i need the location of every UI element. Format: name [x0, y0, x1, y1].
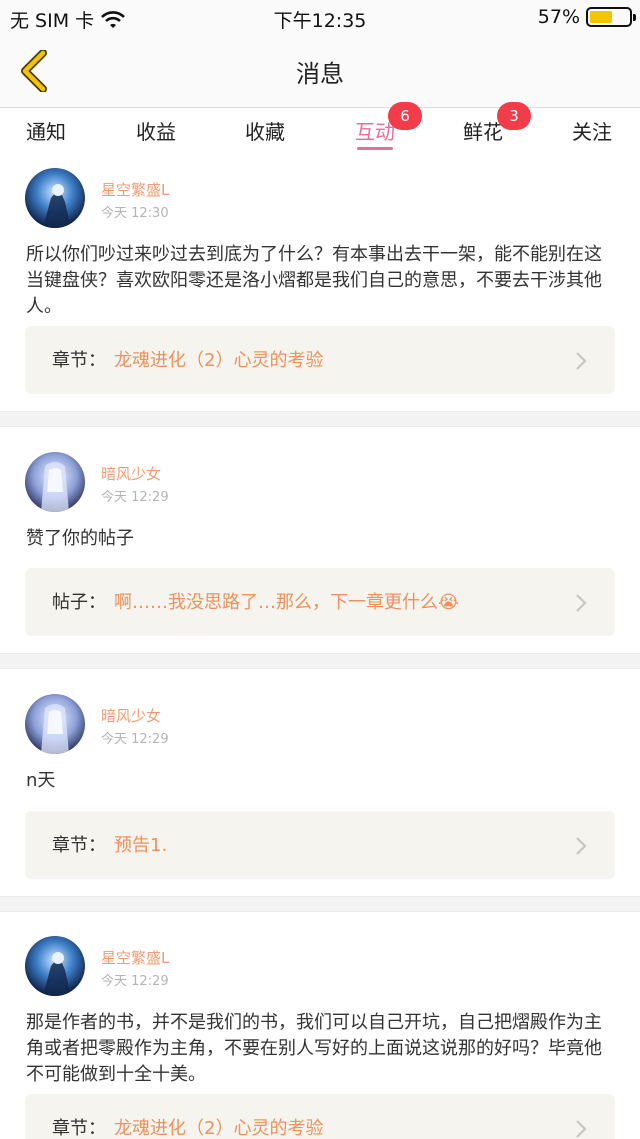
comment-text: n天 [26, 770, 56, 791]
username[interactable]: 暗风少女 [101, 705, 161, 726]
reference-title: 啊……我没思路了…那么，下一章更什么😭 [114, 592, 460, 613]
battery-icon [586, 7, 636, 27]
chevron-right-icon [576, 594, 587, 612]
tab-label: 通知 [26, 120, 66, 144]
avatar[interactable] [25, 936, 85, 996]
tab-label: 互动 [355, 120, 395, 144]
reference-label: 章节： [52, 835, 106, 856]
battery-percent: 57% [537, 6, 580, 28]
reference-title: 龙魂进化（2）心灵的考验 [114, 1118, 324, 1139]
message-feed: 星空繁盛L 今天 12:30 所以你们吵过来吵过去到底为了什么？有本事出去干一架… [0, 154, 640, 1139]
chevron-right-icon [576, 352, 587, 370]
comment-text: 赞了你的帖子 [26, 528, 134, 549]
tab-label: 关注 [572, 120, 612, 144]
status-right: 57% [537, 6, 636, 28]
reference-link[interactable]: 章节： 预告1. [25, 811, 615, 879]
tab-favorites[interactable]: 收藏 [230, 116, 300, 145]
comment-text: 所以你们吵过来吵过去到底为了什么？有本事出去干一架，能不能别在这当键盘侠？喜欢欧… [26, 244, 602, 317]
tab-flowers-badge: 3 [497, 102, 531, 130]
timestamp: 今天 12:29 [101, 732, 169, 747]
avatar[interactable] [25, 168, 85, 228]
status-bar: 无 SIM 卡 下午12:35 57% [0, 0, 640, 34]
reference-title: 龙魂进化（2）心灵的考验 [114, 350, 324, 371]
nav-bar: 消息 [0, 34, 640, 108]
tab-interactions-badge: 6 [388, 102, 422, 130]
timestamp: 今天 12:29 [101, 490, 169, 505]
card-divider [0, 411, 640, 427]
chevron-right-icon [576, 1120, 587, 1138]
battery-level [590, 11, 612, 23]
tab-bar: 通知 收益 收藏 互动 6 鲜花 3 关注 [0, 102, 640, 154]
reference-label: 章节： [52, 350, 106, 371]
card-divider [0, 653, 640, 669]
tab-notifications[interactable]: 通知 [11, 116, 81, 145]
comment-text: 那是作者的书，并不是我们的书，我们可以自己开坑，自己把熠殿作为主角或者把零殿作为… [26, 1012, 602, 1085]
active-tab-indicator [357, 147, 393, 150]
reference-link[interactable]: 章节： 龙魂进化（2）心灵的考验 [25, 1094, 615, 1139]
tab-label: 收藏 [245, 120, 285, 144]
card-divider [0, 896, 640, 912]
reference-label: 帖子： [52, 592, 106, 613]
page-title: 消息 [296, 60, 344, 88]
tab-following[interactable]: 关注 [557, 116, 627, 145]
message-card: 暗风少女 今天 12:29 n天 章节： 预告1. [0, 669, 640, 896]
message-card: 星空繁盛L 今天 12:30 所以你们吵过来吵过去到底为了什么？有本事出去干一架… [0, 154, 640, 411]
reference-link[interactable]: 帖子： 啊……我没思路了…那么，下一章更什么😭 [25, 568, 615, 636]
username[interactable]: 暗风少女 [101, 463, 161, 484]
reference-label: 章节： [52, 1118, 106, 1139]
reference-title: 预告1. [114, 835, 168, 856]
message-card: 星空繁盛L 今天 12:29 那是作者的书，并不是我们的书，我们可以自己开坑，自… [0, 912, 640, 1139]
timestamp: 今天 12:29 [101, 974, 169, 989]
avatar[interactable] [25, 694, 85, 754]
tab-earnings[interactable]: 收益 [121, 116, 191, 145]
message-card: 暗风少女 今天 12:29 赞了你的帖子 帖子： 啊……我没思路了…那么，下一章… [0, 427, 640, 653]
tab-label: 鲜花 [463, 120, 503, 144]
username[interactable]: 星空繁盛L [101, 179, 169, 200]
username[interactable]: 星空繁盛L [101, 947, 169, 968]
reference-link[interactable]: 章节： 龙魂进化（2）心灵的考验 [25, 326, 615, 394]
timestamp: 今天 12:30 [101, 206, 169, 221]
tab-label: 收益 [136, 120, 176, 144]
chevron-right-icon [576, 837, 587, 855]
avatar[interactable] [25, 452, 85, 512]
